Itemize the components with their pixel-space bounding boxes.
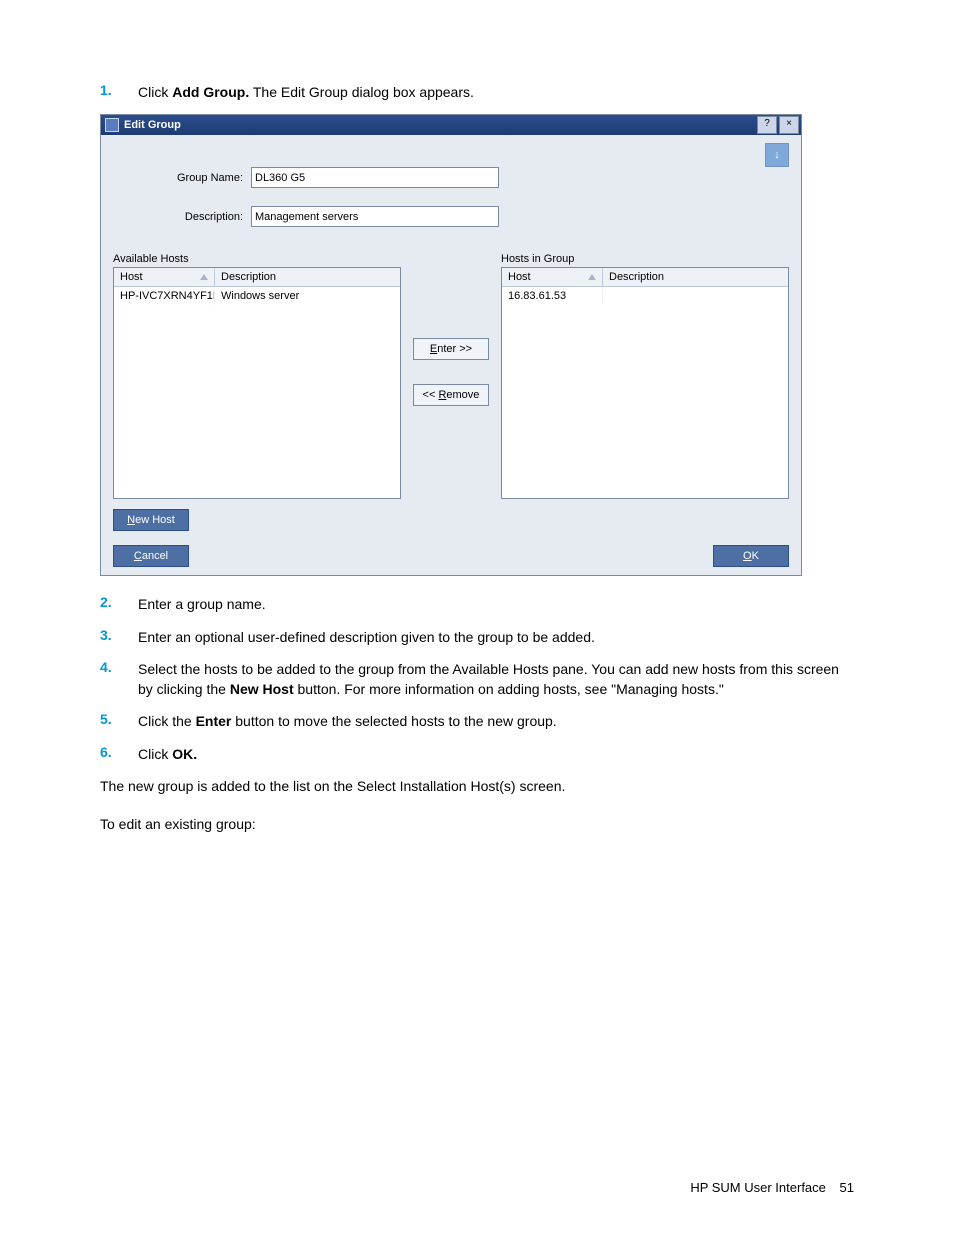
col-header-host[interactable]: Host (114, 268, 215, 286)
table-row[interactable]: 16.83.61.53 (502, 287, 788, 306)
remove-button[interactable]: << Remove (413, 384, 489, 406)
close-icon[interactable]: × (779, 116, 799, 134)
available-hosts-grid[interactable]: Host Description HP-IVC7XRN4YF1FWindows … (113, 267, 401, 499)
step-item: 1.Click Add Group. The Edit Group dialog… (100, 82, 854, 102)
step-item: 4.Select the hosts to be added to the gr… (100, 659, 854, 700)
hp-badge-icon: ↓ (765, 143, 789, 167)
col-header-desc-text: Description (609, 271, 664, 283)
step-number: 2. (100, 594, 138, 614)
description-label: Description: (113, 211, 251, 223)
cancel-button[interactable]: Cancel (113, 545, 189, 567)
step-item: 3.Enter an optional user-defined descrip… (100, 627, 854, 647)
page-footer: HP SUM User Interface 51 (690, 1180, 854, 1195)
group-name-label: Group Name: (113, 172, 251, 184)
step-text: Select the hosts to be added to the grou… (138, 659, 854, 700)
footer-label: HP SUM User Interface (690, 1180, 826, 1195)
sort-asc-icon (200, 274, 208, 280)
col-header-description[interactable]: Description (603, 268, 788, 286)
step-item: 2.Enter a group name. (100, 594, 854, 614)
sort-asc-icon (588, 274, 596, 280)
titlebar[interactable]: Edit Group ? × (101, 115, 801, 135)
step-number: 6. (100, 744, 138, 764)
help-icon[interactable]: ? (757, 116, 777, 134)
hosts-in-group-grid[interactable]: Host Description 16.83.61.53 (501, 267, 789, 499)
hosts-in-group-label: Hosts in Group (501, 253, 789, 265)
step-item: 5.Click the Enter button to move the sel… (100, 711, 854, 731)
col-header-description[interactable]: Description (215, 268, 400, 286)
step-number: 1. (100, 82, 138, 102)
cell-host: 16.83.61.53 (502, 287, 603, 305)
step-number: 3. (100, 627, 138, 647)
new-host-button[interactable]: New Host (113, 509, 189, 531)
step-number: 4. (100, 659, 138, 700)
step-item: 6.Click OK. (100, 744, 854, 764)
step-text: Click Add Group. The Edit Group dialog b… (138, 82, 854, 102)
step-text: Click the Enter button to move the selec… (138, 711, 854, 731)
paragraph: The new group is added to the list on th… (100, 776, 854, 796)
app-icon (105, 118, 119, 132)
cell-description: Windows server (215, 287, 400, 305)
step-text: Click OK. (138, 744, 854, 764)
ok-button[interactable]: OK (713, 545, 789, 567)
cell-description (603, 287, 788, 305)
col-header-host[interactable]: Host (502, 268, 603, 286)
col-header-host-text: Host (508, 271, 531, 283)
paragraph: To edit an existing group: (100, 814, 854, 834)
cell-host: HP-IVC7XRN4YF1F (114, 287, 215, 305)
col-header-host-text: Host (120, 271, 143, 283)
step-text: Enter a group name. (138, 594, 854, 614)
table-row[interactable]: HP-IVC7XRN4YF1FWindows server (114, 287, 400, 306)
description-field[interactable] (251, 206, 499, 227)
enter-button[interactable]: Enter >> (413, 338, 489, 360)
step-number: 5. (100, 711, 138, 731)
step-text: Enter an optional user-defined descripti… (138, 627, 854, 647)
col-header-desc-text: Description (221, 271, 276, 283)
group-name-field[interactable] (251, 167, 499, 188)
page-number: 51 (840, 1180, 854, 1195)
dialog-title: Edit Group (124, 119, 755, 131)
edit-group-dialog: Edit Group ? × ↓ Group Name: Description… (100, 114, 802, 576)
available-hosts-label: Available Hosts (113, 253, 401, 265)
